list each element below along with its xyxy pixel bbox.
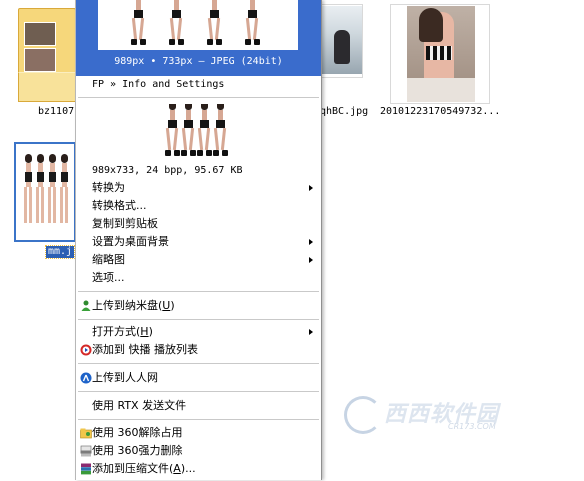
file3-label: 20101223170549732... — [380, 106, 501, 117]
selected-file-image — [22, 154, 70, 226]
menu-item-add-kuaibo[interactable]: 添加到 快播 播放列表 — [76, 341, 321, 359]
menu-thumbnail — [162, 104, 228, 162]
submenu-arrow-icon — [309, 185, 313, 191]
menu-item-copy-clipboard[interactable]: 复制到剪贴板 — [76, 215, 321, 233]
file3-bed — [407, 78, 475, 102]
file2-image — [320, 6, 362, 74]
menu-item-label: 使用 360强力删除 — [92, 444, 183, 457]
submenu-arrow-icon — [309, 239, 313, 245]
separator — [78, 363, 319, 365]
separator — [78, 319, 319, 321]
menu-item-label: 上传到人人网 — [92, 371, 158, 384]
menu-item-360-unlock[interactable]: 使用 360解除占用 — [76, 424, 321, 442]
file2-label: qhBC.jpg — [320, 106, 369, 117]
menu-item-label: 设置为桌面背景 — [92, 235, 169, 248]
renren-logo-icon — [80, 372, 92, 384]
preview-image — [98, 0, 298, 50]
separator — [78, 291, 319, 293]
separator — [78, 97, 319, 99]
preview-caption: 989px • 733px — JPEG (24bit) — [114, 56, 283, 67]
menu-item-label: 使用 RTX 发送文件 — [92, 399, 187, 412]
menu-header: FP » Info and Settings — [92, 79, 225, 90]
person-upload-icon — [80, 300, 92, 312]
winrar-stack-icon — [80, 463, 92, 475]
submenu-arrow-icon — [309, 329, 313, 335]
menu-item-label: 转换格式... — [92, 199, 147, 212]
file3-swimsuit — [426, 46, 452, 60]
separator — [78, 419, 319, 421]
menu-item-upload-renren[interactable]: 上传到人人网 — [76, 369, 321, 387]
folder-photo-1 — [24, 22, 56, 46]
menu-item-upload-nami[interactable]: 上传到纳米盘(U) — [76, 297, 321, 315]
menu-item-label: 上传到纳米盘(U) — [92, 299, 175, 312]
play-circle-icon — [80, 344, 92, 356]
menu-item-label: 复制到剪贴板 — [92, 217, 158, 230]
menu-item-set-wallpaper[interactable]: 设置为桌面背景 — [76, 233, 321, 251]
submenu-arrow-icon — [309, 257, 313, 263]
menu-item-rtx-send[interactable]: 使用 RTX 发送文件 — [76, 397, 321, 415]
separator — [78, 391, 319, 393]
menu-item-convert-format[interactable]: 转换格式... — [76, 197, 321, 215]
menu-item-label: 使用 360解除占用 — [92, 426, 183, 439]
menu-item-convert-to[interactable]: 转换为 — [76, 179, 321, 197]
image-preview-panel: 989px • 733px — JPEG (24bit) — [76, 0, 321, 76]
folder-label: bz1107 — [38, 106, 75, 117]
selected-file-thumbnail[interactable] — [14, 142, 76, 242]
watermark-logo-icon — [344, 396, 382, 434]
folder-unlock-icon — [80, 427, 92, 439]
shredder-icon — [80, 445, 92, 457]
menu-item-label: 缩略图 — [92, 253, 125, 266]
menu-item-360-delete[interactable]: 使用 360强力删除 — [76, 442, 321, 460]
file3-image — [392, 6, 488, 102]
watermark-subtext: CR173.COM — [448, 422, 496, 431]
image-info-text: 989x733, 24 bpp, 95.67 KB — [92, 165, 243, 176]
folder-item[interactable] — [18, 6, 76, 102]
context-menu: 989px • 733px — JPEG (24bit) FP » Info a… — [75, 0, 322, 480]
folder-front — [18, 72, 76, 102]
watermark: 西西软件园 CR173.COM — [340, 392, 530, 436]
menu-item-label: 转换为 — [92, 181, 125, 194]
file2-figure — [334, 30, 350, 64]
selected-file-label[interactable]: mm.j — [44, 245, 76, 259]
menu-item-open-with[interactable]: 打开方式(H) — [76, 323, 321, 341]
menu-item-options[interactable]: 选项... — [76, 269, 321, 287]
menu-item-label: 选项... — [92, 271, 125, 284]
menu-item-thumbnail[interactable]: 缩略图 — [76, 251, 321, 269]
file3-hair — [419, 8, 443, 42]
menu-item-label: 打开方式(H) — [92, 325, 153, 338]
image-info: 989x733, 24 bpp, 95.67 KB — [76, 162, 321, 180]
menu-item-label: 添加到 快播 播放列表 — [92, 343, 198, 356]
folder-photo-2 — [24, 48, 56, 72]
menu-item-label: 添加到压缩文件(A)... — [92, 462, 196, 475]
menu-item-add-archive[interactable]: 添加到压缩文件(A)... — [76, 460, 321, 478]
